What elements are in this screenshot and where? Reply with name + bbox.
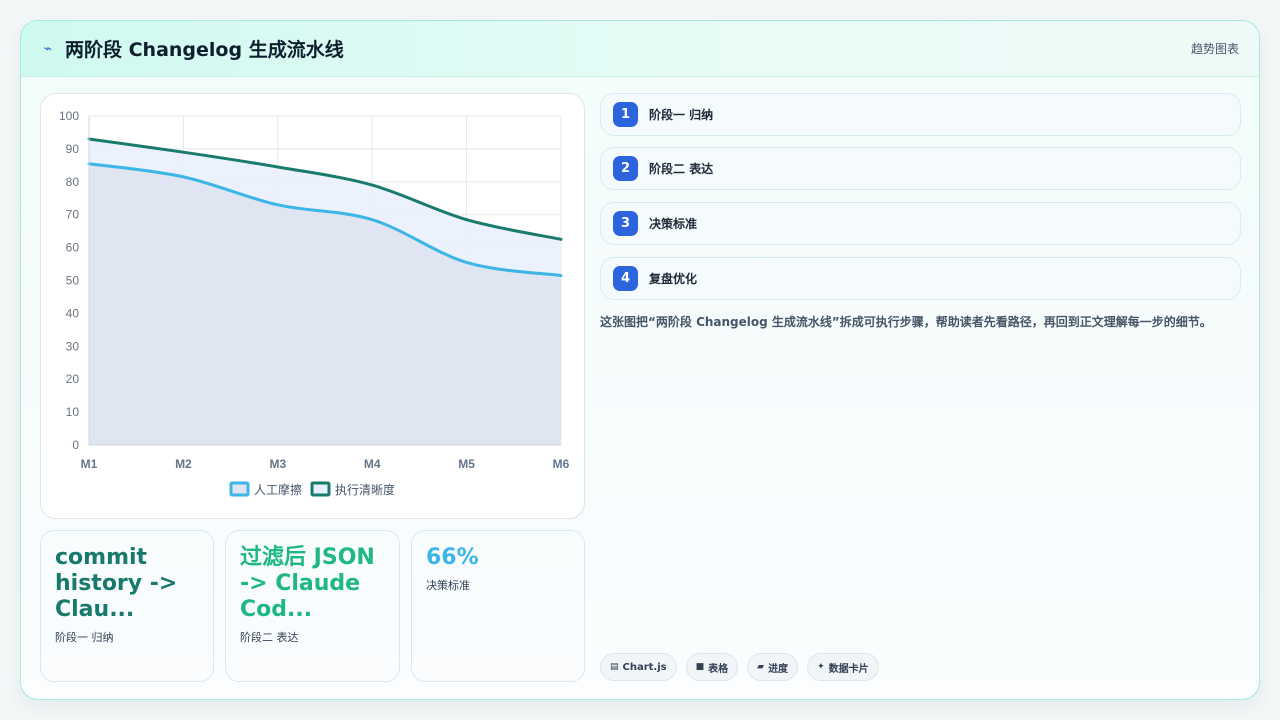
y-tick-label: 50 bbox=[66, 274, 80, 288]
stat-label: 决策标准 bbox=[426, 579, 470, 592]
legend-label: 人工摩擦 bbox=[254, 482, 302, 497]
step-label: 阶段二 表达 bbox=[649, 162, 714, 176]
x-tick-label: M2 bbox=[175, 457, 192, 471]
step-item-4[interactable]: 4 复盘优化 bbox=[600, 257, 1241, 300]
x-tick-label: M5 bbox=[458, 457, 475, 471]
y-tick-label: 0 bbox=[72, 438, 79, 452]
step-number: 2 bbox=[613, 156, 638, 181]
step-item-2[interactable]: 2 阶段二 表达 bbox=[600, 147, 1241, 190]
step-number: 3 bbox=[613, 211, 638, 236]
chart-type-tag: 趋势图表 bbox=[1190, 42, 1239, 56]
chip-label: 表格 bbox=[708, 663, 729, 675]
y-tick-label: 40 bbox=[66, 306, 80, 320]
step-label: 决策标准 bbox=[649, 217, 698, 231]
stat-value: 66% bbox=[426, 545, 479, 570]
step-label: 阶段一 归纳 bbox=[649, 108, 714, 122]
chip-data-card[interactable]: ✦ 数据卡片 bbox=[807, 653, 879, 681]
stat-card-stage-two: 过滤后 JSON -> Claude Cod... 阶段二 表达 bbox=[225, 530, 400, 682]
title-wrap: ⌁ 两阶段 Changelog 生成流水线 bbox=[41, 35, 344, 62]
y-tick-label: 20 bbox=[66, 372, 80, 386]
y-tick-label: 80 bbox=[66, 175, 80, 189]
chart-icon: ▤ bbox=[610, 662, 619, 672]
chip-chartjs[interactable]: ▤ Chart.js bbox=[600, 653, 677, 681]
stat-card-stage-one: commit history -> Clau... 阶段一 归纳 bbox=[40, 530, 214, 682]
legend-label: 执行清晰度 bbox=[335, 482, 395, 497]
y-tick-label: 10 bbox=[66, 405, 80, 419]
tag-chips: ▤ Chart.js ■ 表格 ▰ 进度 ✦ 数据卡片 bbox=[600, 653, 879, 681]
y-tick-label: 60 bbox=[66, 241, 80, 255]
x-tick-label: M6 bbox=[553, 457, 570, 471]
y-tick-label: 90 bbox=[66, 142, 80, 156]
y-tick-label: 100 bbox=[59, 109, 79, 123]
chip-label: Chart.js bbox=[622, 661, 667, 673]
chip-progress[interactable]: ▰ 进度 bbox=[747, 653, 799, 681]
legend-swatch bbox=[229, 481, 250, 497]
area-chart: 0 10 20 30 40 50 60 70 80 90 100 M1 M2 M3 M4 M5 M6 人工摩擦 执行… bbox=[59, 109, 570, 497]
legend-swatch bbox=[310, 481, 331, 497]
chip-label: 进度 bbox=[768, 663, 789, 675]
chart-panel: 0 10 20 30 40 50 60 70 80 90 100 M1 M2 M3 M4 M5 M6 人工摩擦 执行… bbox=[40, 93, 585, 519]
step-label: 复盘优化 bbox=[649, 272, 698, 286]
step-item-3[interactable]: 3 决策标准 bbox=[600, 202, 1241, 245]
x-tick-label: M4 bbox=[364, 457, 381, 471]
chip-table[interactable]: ■ 表格 bbox=[685, 653, 739, 681]
stat-value: 过滤后 JSON -> Claude Cod... bbox=[240, 545, 375, 622]
stat-card-decision: 66% 决策标准 bbox=[411, 530, 585, 682]
stat-label: 阶段一 归纳 bbox=[55, 631, 114, 644]
description: 这张图把“两阶段 Changelog 生成流水线”拆成可执行步骤，帮助读者先看路… bbox=[600, 315, 1212, 329]
sparkline-icon: ⌁ bbox=[43, 40, 53, 57]
stat-value: commit history -> Clau... bbox=[55, 545, 178, 622]
x-tick-label: M1 bbox=[81, 457, 98, 471]
stat-label: 阶段二 表达 bbox=[240, 631, 299, 644]
step-item-1[interactable]: 1 阶段一 归纳 bbox=[600, 93, 1241, 136]
x-tick-label: M3 bbox=[269, 457, 286, 471]
progress-icon: ▰ bbox=[757, 662, 765, 672]
main-card: ⌁ 两阶段 Changelog 生成流水线 趋势图表 0 10 20 30 40 50 60… bbox=[20, 20, 1260, 700]
y-tick-label: 30 bbox=[66, 339, 80, 353]
header: ⌁ 两阶段 Changelog 生成流水线 趋势图表 bbox=[21, 21, 1259, 77]
y-tick-label: 70 bbox=[66, 208, 80, 222]
card-icon: ✦ bbox=[817, 662, 825, 672]
step-number: 1 bbox=[613, 102, 638, 127]
table-icon: ■ bbox=[695, 662, 705, 672]
chip-label: 数据卡片 bbox=[828, 663, 869, 675]
step-number: 4 bbox=[613, 266, 638, 291]
page-title: 两阶段 Changelog 生成流水线 bbox=[65, 39, 344, 61]
